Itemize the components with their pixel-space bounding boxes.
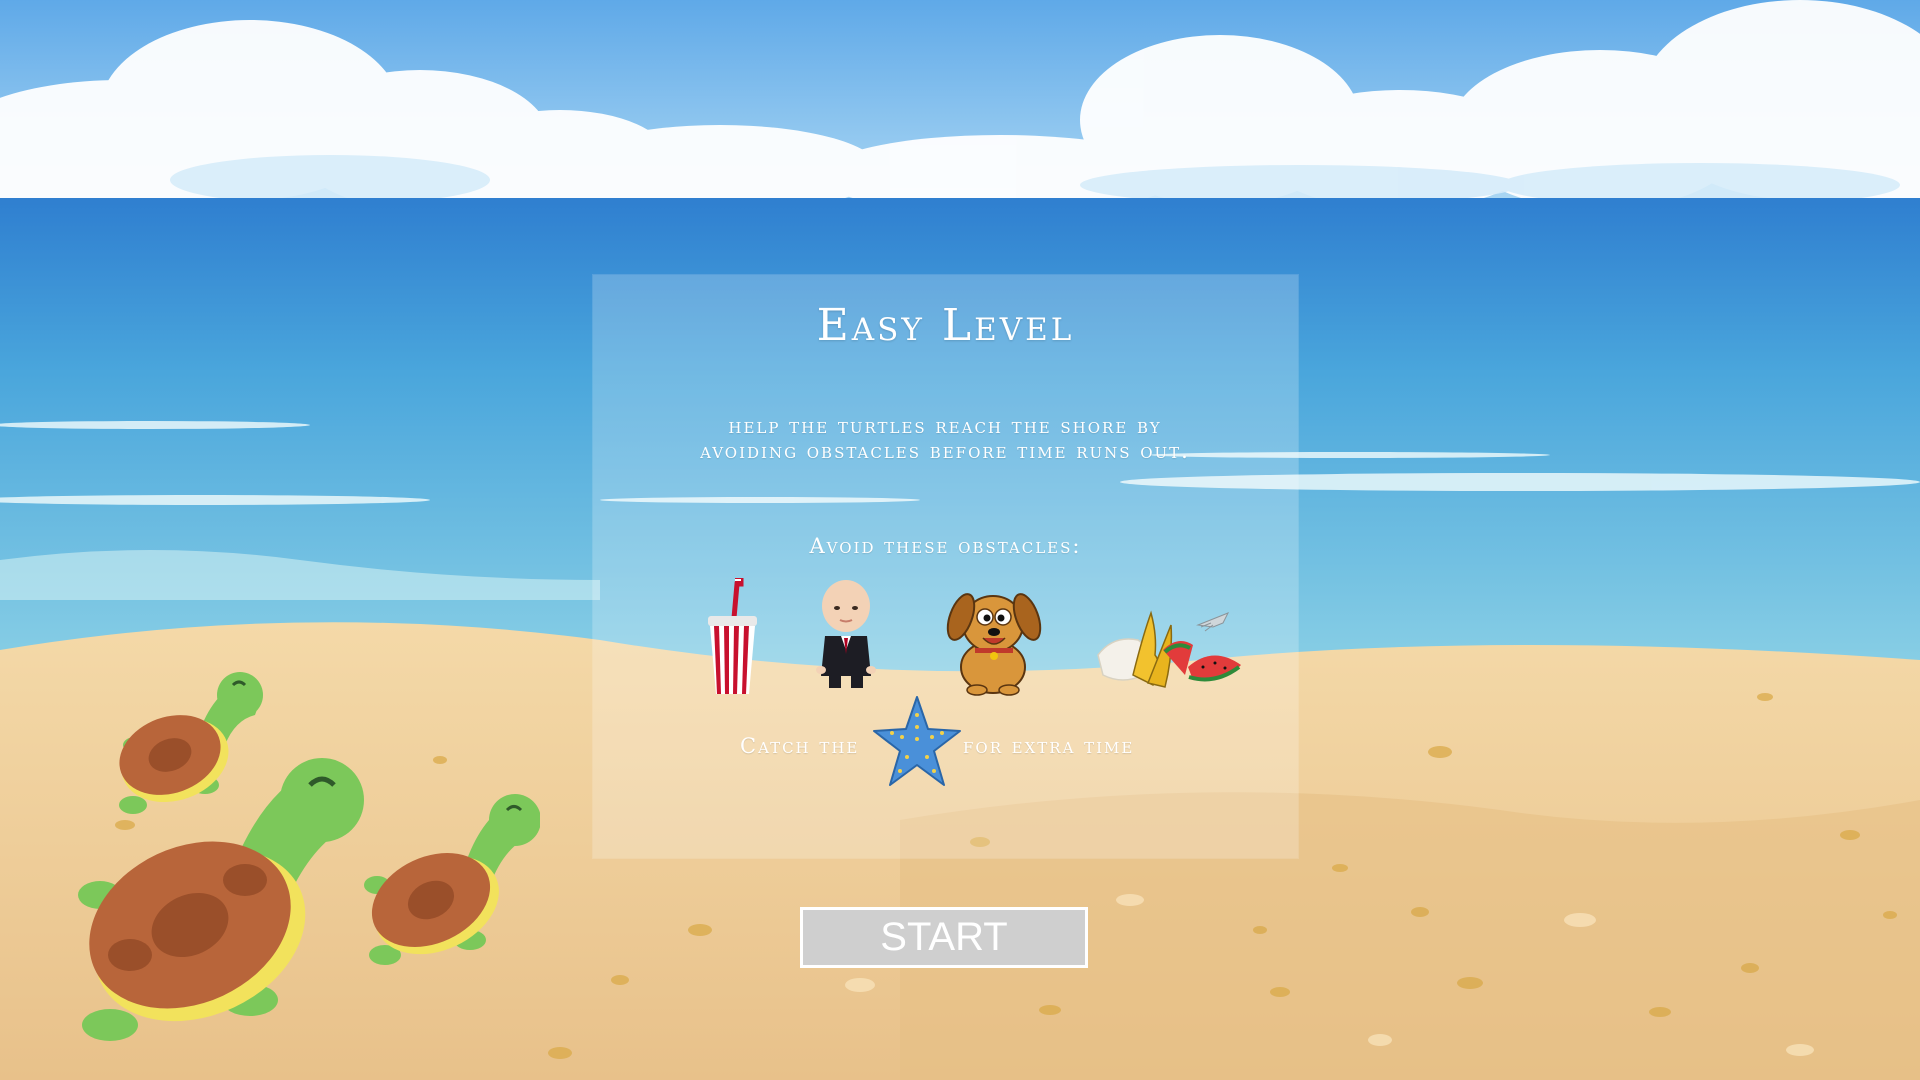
catch-suffix-text: for extra time — [963, 734, 1135, 758]
starfish-icon — [873, 696, 961, 786]
start-button[interactable]: START — [800, 907, 1088, 968]
baby-icon — [816, 580, 876, 688]
dog-icon — [946, 593, 1042, 696]
soda-cup-icon — [708, 578, 757, 694]
food-waste-icon — [1097, 610, 1241, 688]
turtle-small-right — [364, 794, 540, 965]
catch-prefix-text: Catch the — [740, 734, 860, 758]
game-scene: Easy Level Help the turtles reach the sh… — [0, 0, 1920, 1080]
turtle-large — [78, 758, 364, 1041]
instructions-text: Help the turtles reach the shore by avoi… — [700, 414, 1190, 463]
avoid-heading: Avoid these obstacles: — [809, 534, 1082, 558]
level-title: Easy Level — [816, 300, 1075, 351]
